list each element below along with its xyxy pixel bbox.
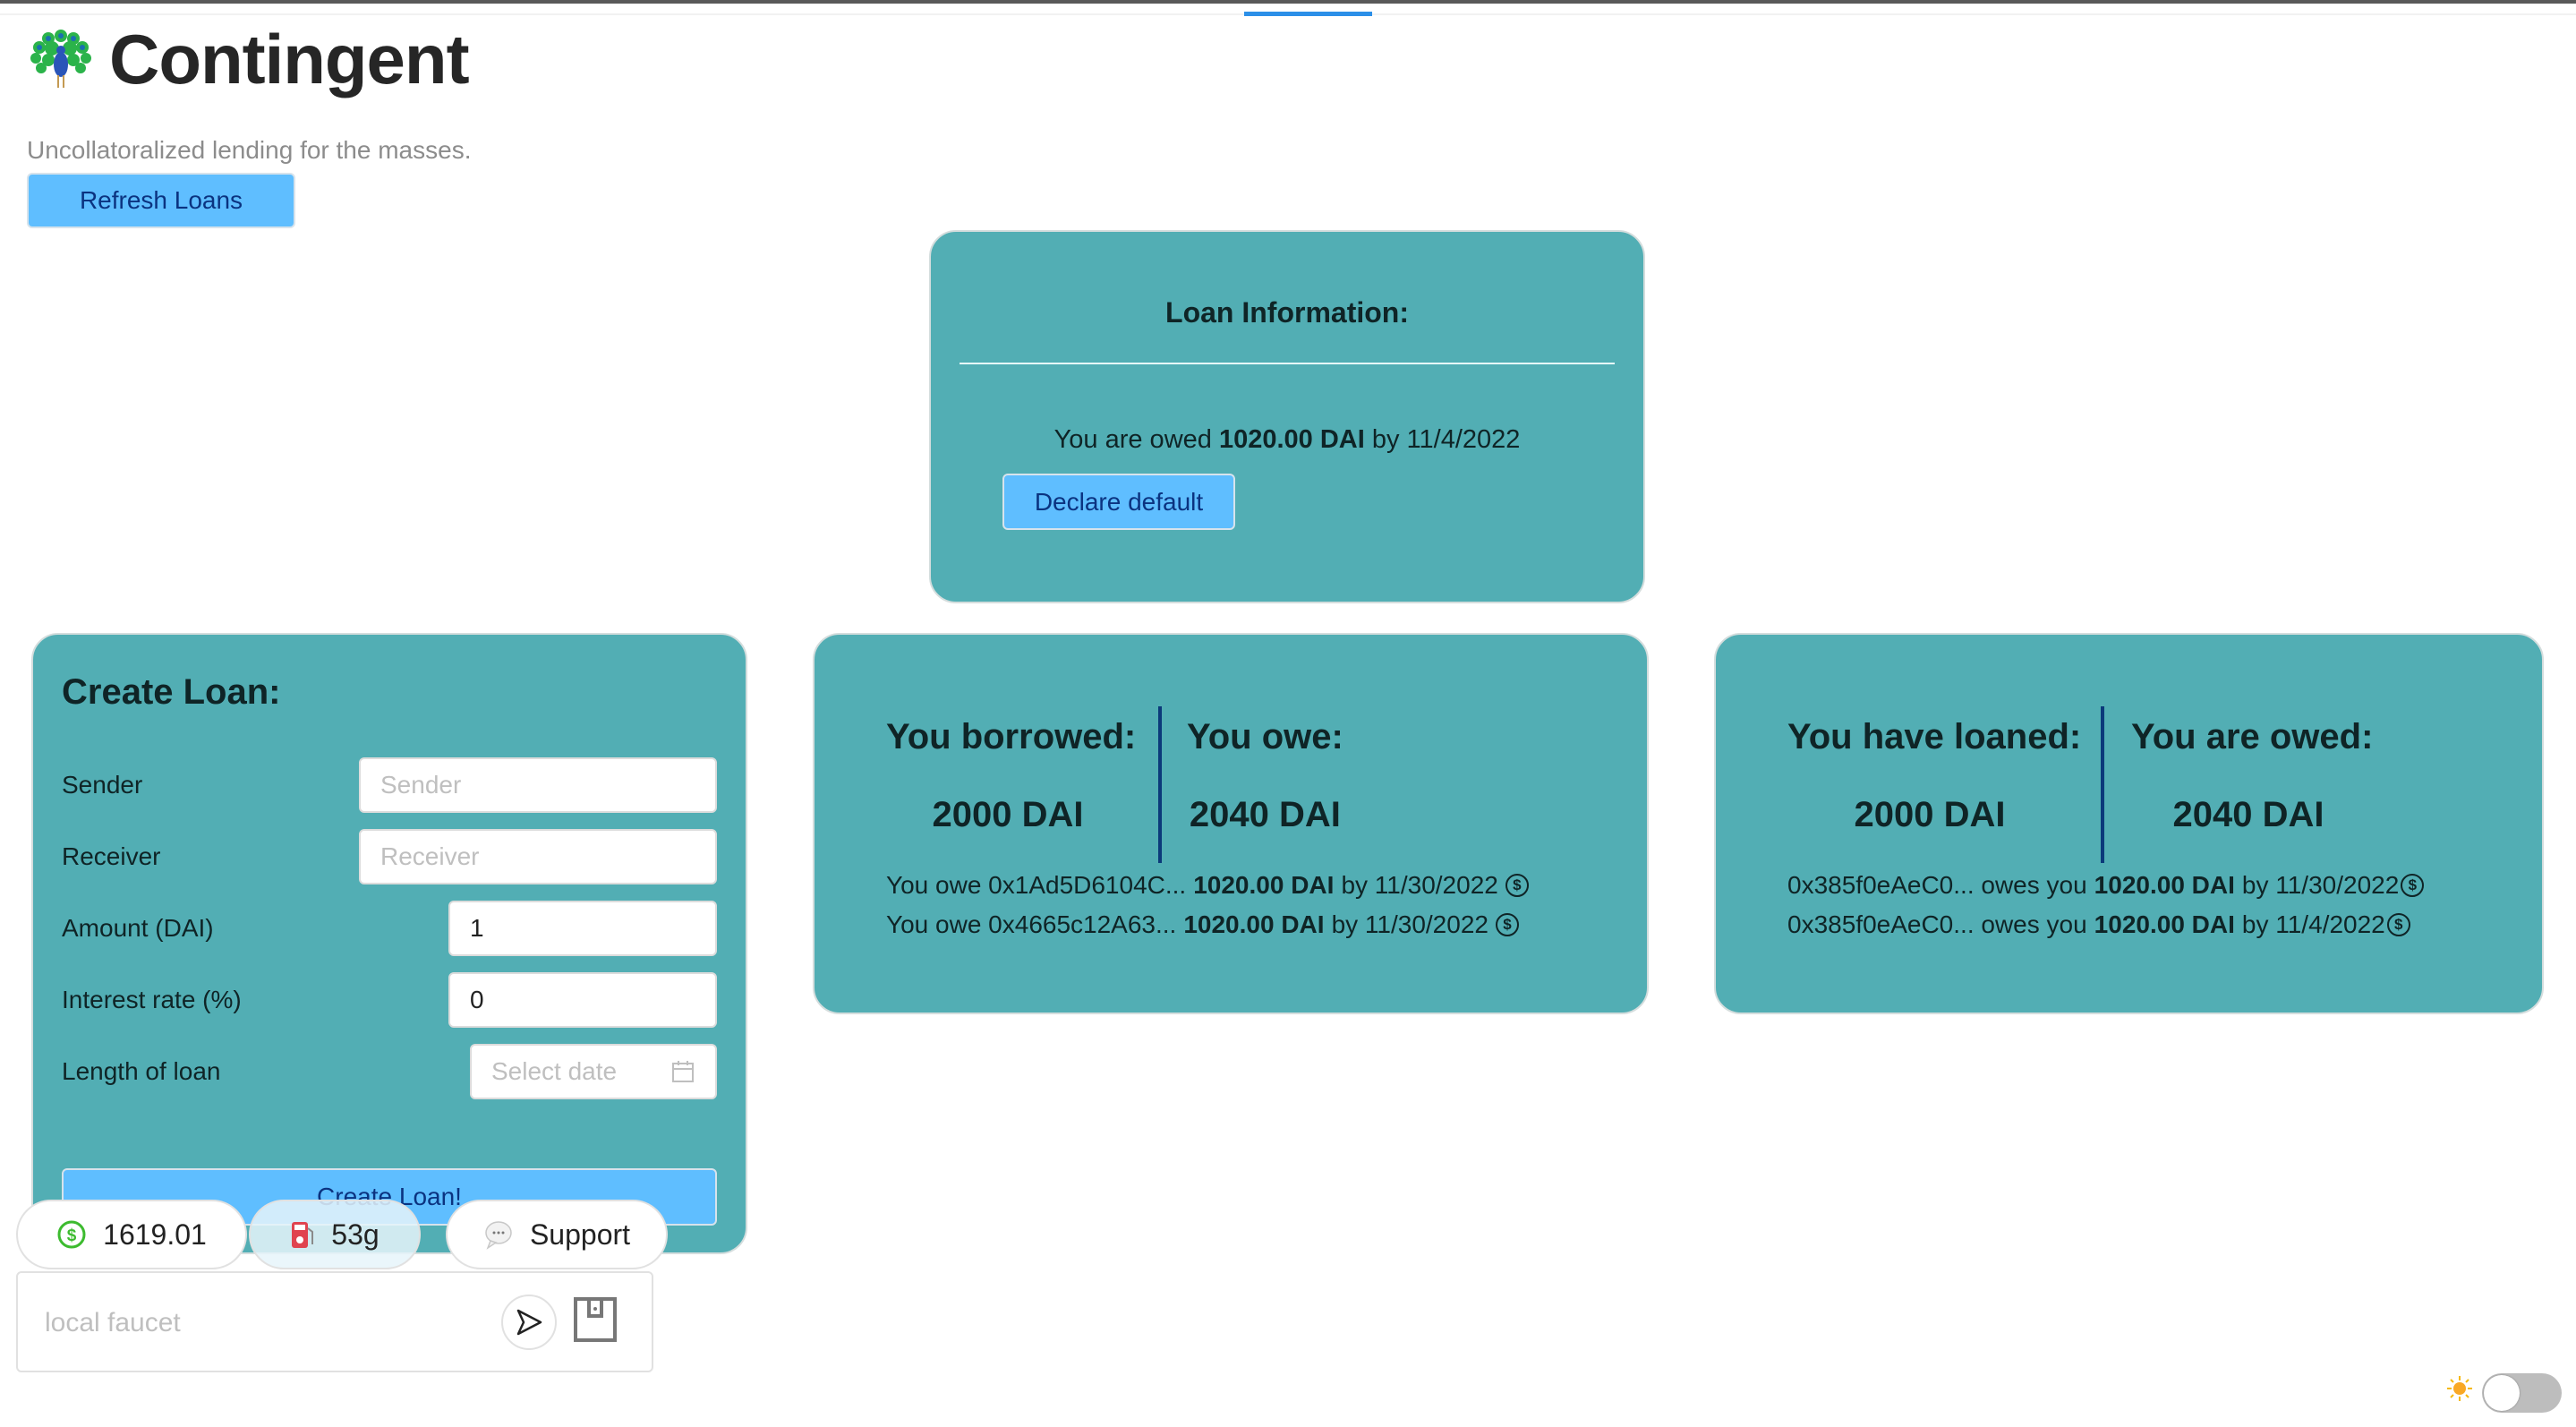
owed-stat: You are owed: 2040 DAI	[2131, 717, 2374, 835]
loan-information-divider	[960, 363, 1615, 364]
sender-row: Sender	[62, 756, 717, 814]
loaned-entries: 0x385f0eAeC0... owes you 1020.00 DAI by …	[1787, 866, 2425, 944]
faucet-panel	[16, 1271, 653, 1372]
borrowed-divider	[1158, 706, 1162, 863]
interest-rate-input[interactable]	[448, 972, 717, 1028]
owed-prefix: You are owed	[1053, 425, 1212, 454]
entry-amount: 1020.00 DAI	[2094, 910, 2235, 938]
owed-amount: 1020.00 DAI	[1218, 425, 1365, 454]
app-title: Contingent	[109, 20, 470, 98]
loan-information-heading: Loan Information:	[1165, 296, 1409, 329]
wallet-icon	[574, 1297, 617, 1342]
loaned-stat: You have loaned: 2000 DAI	[1787, 717, 2082, 835]
owed-due-date: by 11/4/2022	[1371, 425, 1521, 454]
entry-counterparty: You owe 0x4665c12A63...	[886, 910, 1177, 938]
speech-bubble-icon	[483, 1219, 514, 1250]
borrowed-entries: You owe 0x1Ad5D6104C... 1020.00 DAI by 1…	[886, 866, 1529, 944]
faucet-send-button[interactable]	[501, 1295, 557, 1350]
loan-length-row: Length of loan Select date	[62, 1043, 717, 1100]
entry-amount: 1020.00 DAI	[2094, 871, 2235, 899]
app-subtitle: Uncollatoralized lending for the masses.	[27, 136, 472, 164]
receiver-label: Receiver	[62, 842, 161, 870]
wallet-button[interactable]	[573, 1296, 618, 1343]
loan-information-card: Loan Information: You are owed 1020.00 D…	[929, 230, 1645, 603]
calendar-icon	[672, 1061, 694, 1082]
svg-text:$: $	[67, 1226, 77, 1245]
receiver-row: Receiver	[62, 828, 717, 885]
owed-label: You are owed:	[2131, 717, 2374, 756]
sun-icon	[2447, 1376, 2472, 1401]
entry-counterparty: You owe 0x1Ad5D6104C...	[886, 871, 1187, 899]
borrowed-entry: You owe 0x4665c12A63... 1020.00 DAI by 1…	[886, 905, 1529, 944]
support-button[interactable]: Support	[446, 1200, 668, 1269]
loan-length-date-picker[interactable]: Select date	[470, 1044, 717, 1099]
dollar-circle-icon[interactable]: $	[1505, 874, 1529, 897]
entry-due-date: by 11/30/2022	[2241, 871, 2400, 899]
date-placeholder: Select date	[491, 1057, 618, 1085]
amount-input[interactable]	[448, 901, 717, 956]
dollar-circle-icon[interactable]: $	[1495, 913, 1519, 936]
loan-owed-text: You are owed 1020.00 DAI by 11/4/2022	[931, 425, 1643, 455]
loaned-summary-card: You have loaned: 2000 DAI You are owed: …	[1714, 633, 2544, 1014]
theme-toggle-knob	[2484, 1375, 2520, 1411]
borrowed-value: 2000 DAI	[932, 795, 1084, 834]
loan-length-label: Length of loan	[62, 1057, 221, 1085]
owe-label: You owe:	[1187, 717, 1343, 756]
interest-rate-row: Interest rate (%)	[62, 971, 717, 1029]
borrowed-entry: You owe 0x1Ad5D6104C... 1020.00 DAI by 1…	[886, 866, 1529, 905]
receiver-input[interactable]	[359, 829, 717, 884]
sender-input[interactable]	[359, 757, 717, 813]
borrowed-label: You borrowed:	[886, 717, 1137, 756]
entry-due-date: by 11/30/2022	[1341, 871, 1498, 899]
sender-label: Sender	[62, 771, 143, 799]
fuel-pump-icon	[290, 1219, 315, 1250]
entry-amount: 1020.00 DAI	[1183, 910, 1325, 938]
theme-toggle[interactable]	[2482, 1373, 2562, 1413]
create-loan-heading: Create Loan:	[62, 672, 281, 712]
entry-counterparty: 0x385f0eAeC0... owes you	[1787, 871, 2087, 899]
dollar-circle-icon[interactable]: $	[2386, 913, 2410, 936]
declare-default-button[interactable]: Declare default	[1002, 474, 1235, 530]
loaned-entry: 0x385f0eAeC0... owes you 1020.00 DAI by …	[1787, 866, 2425, 905]
peacock-icon	[30, 30, 91, 88]
support-label: Support	[529, 1218, 631, 1251]
send-icon	[516, 1309, 542, 1336]
entry-amount: 1020.00 DAI	[1193, 871, 1335, 899]
dollar-circle-icon[interactable]: $	[2401, 874, 2425, 897]
entry-counterparty: 0x385f0eAeC0... owes you	[1787, 910, 2087, 938]
owe-value: 2040 DAI	[1189, 795, 1341, 834]
loaned-entry: 0x385f0eAeC0... owes you 1020.00 DAI by …	[1787, 905, 2424, 944]
faucet-address-input[interactable]	[43, 1300, 476, 1346]
active-tab-indicator	[1244, 12, 1372, 16]
refresh-loans-button[interactable]: Refresh Loans	[27, 173, 295, 228]
owe-stat: You owe: 2040 DAI	[1187, 717, 1343, 835]
interest-rate-label: Interest rate (%)	[62, 986, 242, 1013]
entry-due-date: by 11/4/2022	[2241, 910, 2385, 938]
balance-value: 1619.01	[103, 1218, 207, 1251]
gas-price-pill[interactable]: 53g	[249, 1200, 421, 1269]
balance-pill[interactable]: $ 1619.01	[16, 1200, 247, 1269]
loaned-value: 2000 DAI	[1854, 795, 2006, 834]
borrowed-stat: You borrowed: 2000 DAI	[886, 717, 1137, 835]
dollar-icon: $	[56, 1219, 87, 1250]
amount-row: Amount (DAI)	[62, 900, 717, 957]
amount-label: Amount (DAI)	[62, 914, 214, 942]
window-top-bar	[0, 0, 2576, 4]
loaned-label: You have loaned:	[1787, 717, 2082, 756]
create-loan-card: Create Loan: Sender Receiver Amount (DAI…	[31, 633, 747, 1254]
loaned-divider	[2101, 706, 2104, 863]
borrowed-summary-card: You borrowed: 2000 DAI You owe: 2040 DAI…	[813, 633, 1649, 1014]
owed-value: 2040 DAI	[2172, 795, 2324, 834]
gas-price-value: 53g	[331, 1218, 380, 1251]
entry-due-date: by 11/30/2022	[1331, 910, 1488, 938]
